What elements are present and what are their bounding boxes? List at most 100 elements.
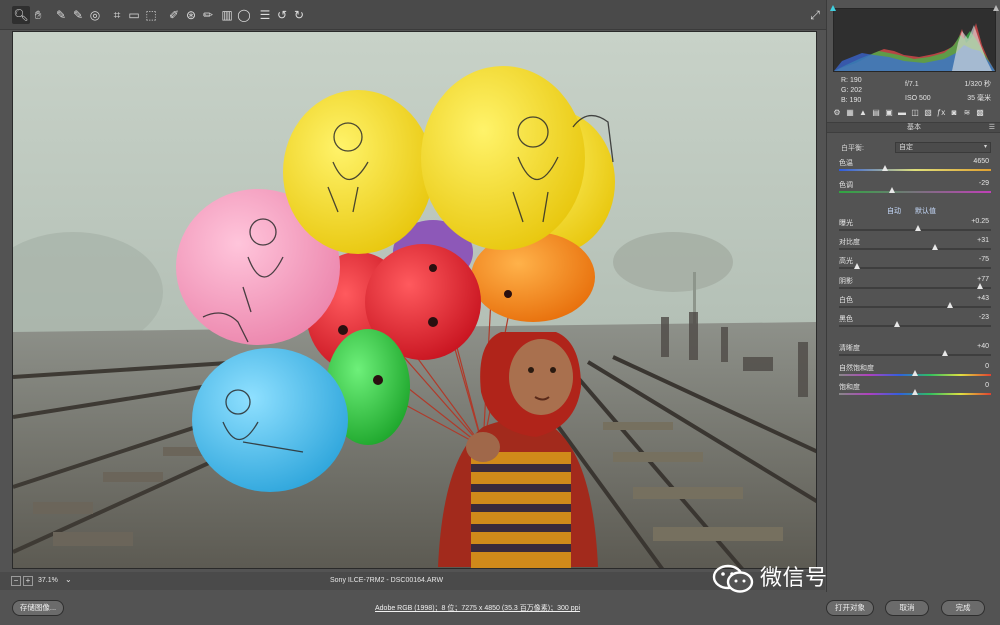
slider-row: 自然饱和度 0	[839, 363, 991, 381]
rotate-right-icon[interactable]: ↻	[290, 6, 308, 24]
slider-label: 白色	[839, 297, 853, 304]
zoom-level[interactable]: 37.1%	[38, 577, 58, 584]
adjustment-panel: R: 190 G: 202 B: 190 f/7.1 1/320 秒 ISO 5…	[826, 0, 1000, 592]
focal-length-value: 35 毫米	[967, 95, 991, 102]
slider-label: 色温	[839, 160, 853, 167]
slider-row: 高光 -75	[839, 256, 991, 274]
panel-tab-icon-4[interactable]: ▣	[884, 108, 894, 118]
slider-track[interactable]	[839, 191, 991, 193]
slider-value[interactable]: -23	[979, 314, 989, 321]
slider-thumb[interactable]	[977, 283, 984, 289]
done-button[interactable]: 完成	[941, 600, 985, 616]
auto-link[interactable]: 自动	[887, 206, 901, 216]
crop-icon[interactable]: ⌗	[108, 6, 126, 24]
panel-tab-icon-8[interactable]: ƒx	[936, 108, 946, 118]
save-image-button[interactable]: 存储图像...	[12, 600, 64, 616]
slider-label: 清晰度	[839, 345, 860, 352]
slider-track[interactable]	[839, 248, 991, 250]
image-canvas[interactable]	[12, 31, 817, 569]
panel-tab-icon-5[interactable]: ▬	[897, 108, 907, 118]
slider-value[interactable]: +31	[977, 237, 989, 244]
open-object-button[interactable]: 打开对象	[826, 600, 874, 616]
slider-value[interactable]: 0	[985, 363, 989, 370]
slider-value[interactable]: +40	[977, 343, 989, 350]
zoom-in-button[interactable]: +	[23, 576, 33, 586]
white-balance-icon[interactable]: ✎	[52, 6, 70, 24]
cancel-button[interactable]: 取消	[885, 600, 929, 616]
chevron-down-icon: ▾	[983, 144, 987, 150]
iso-value: ISO 500	[905, 95, 931, 102]
slider-value[interactable]: +43	[977, 295, 989, 302]
panel-tab-icon-2[interactable]: ▲	[858, 108, 868, 118]
canvas-status-bar: − + 37.1% ⌄ Sony ILCE-7RM2 - DSC00164.AR…	[0, 572, 825, 590]
highlight-clipping-icon[interactable]	[993, 5, 999, 11]
slider-track[interactable]	[839, 287, 991, 289]
slider-track[interactable]	[839, 354, 991, 356]
panel-tab-icon-10[interactable]: ≋	[962, 108, 972, 118]
slider-track[interactable]	[839, 306, 991, 308]
slider-label: 对比度	[839, 239, 860, 246]
hand-icon[interactable]: ✋︎	[29, 6, 47, 24]
slider-row: 清晰度 +40	[839, 343, 991, 361]
slider-row: 对比度 +31	[839, 237, 991, 255]
shadow-clipping-icon[interactable]	[830, 5, 836, 11]
slider-value[interactable]: -75	[979, 256, 989, 263]
blue-value: B: 190	[841, 97, 862, 104]
panel-menu-icon[interactable]: ☰	[989, 123, 995, 133]
slider-value[interactable]: 4650	[973, 158, 989, 165]
slider-value[interactable]: +77	[977, 276, 989, 283]
file-name: Sony ILCE-7RM2 - DSC00164.ARW	[330, 577, 444, 584]
section-title-text: 基本	[907, 124, 921, 131]
panel-tabs: ⚙ ▦ ▲ ▤ ▣ ▬ ◫ ▧ ƒx ◙ ≋ ▩	[831, 108, 997, 122]
fullscreen-icon[interactable]: ⤢	[806, 6, 824, 24]
slider-row: 黑色 -23	[839, 314, 991, 332]
straighten-icon[interactable]: ▭	[125, 6, 143, 24]
panel-tab-icon-0[interactable]: ⚙	[832, 108, 842, 118]
panel-tab-icon-11[interactable]: ▩	[975, 108, 985, 118]
panel-tab-icon-7[interactable]: ▧	[923, 108, 933, 118]
graduated-filter-icon[interactable]: ▥	[218, 6, 236, 24]
default-link[interactable]: 默认值	[915, 206, 936, 216]
slider-thumb[interactable]	[881, 165, 888, 171]
panel-tab-icon-3[interactable]: ▤	[871, 108, 881, 118]
slider-value[interactable]: 0	[985, 382, 989, 389]
zoom-out-button[interactable]: −	[11, 576, 21, 586]
white-balance-select[interactable]: 自定 ▾	[895, 142, 991, 153]
workflow-options-link[interactable]: Adobe RGB (1998)；8 位；7275 x 4850 (35.3 百…	[375, 603, 580, 613]
slider-label: 黑色	[839, 316, 853, 323]
slider-thumb[interactable]	[946, 302, 953, 308]
transform-icon[interactable]: ⬚	[142, 6, 160, 24]
slider-track[interactable]	[839, 325, 991, 327]
slider-thumb[interactable]	[889, 187, 896, 193]
slider-track[interactable]	[839, 267, 991, 269]
radial-filter-icon[interactable]: ◯	[235, 6, 253, 24]
slider-track[interactable]	[839, 169, 991, 171]
shutter-value: 1/320 秒	[964, 81, 991, 88]
rotate-left-icon[interactable]: ↺	[273, 6, 291, 24]
panel-tab-icon-6[interactable]: ◫	[910, 108, 920, 118]
panel-tab-icon-9[interactable]: ◙	[949, 108, 959, 118]
slider-thumb[interactable]	[915, 225, 922, 231]
wechat-icon	[712, 564, 754, 593]
zoom-dropdown-icon[interactable]: ⌄	[65, 575, 72, 584]
slider-thumb[interactable]	[893, 321, 900, 327]
slider-thumb[interactable]	[854, 263, 861, 269]
slider-row: 曝光 +0.25	[839, 218, 991, 236]
slider-value[interactable]: +0.25	[971, 218, 989, 225]
adjustment-brush-icon[interactable]: ✏	[199, 6, 217, 24]
balloon-seller-photo	[13, 32, 816, 568]
target-adjust-icon[interactable]: ◎	[86, 6, 104, 24]
white-balance-label: 白平衡:	[841, 145, 864, 152]
spot-removal-icon[interactable]: ✐	[165, 6, 183, 24]
slider-label: 自然饱和度	[839, 365, 874, 372]
slider-value[interactable]: -29	[979, 180, 989, 187]
slider-thumb[interactable]	[942, 350, 949, 356]
preferences-icon[interactable]: ☰	[256, 6, 274, 24]
red-eye-icon[interactable]: ⊛	[182, 6, 200, 24]
panel-tab-icon-1[interactable]: ▦	[845, 108, 855, 118]
slider-thumb[interactable]	[912, 389, 918, 395]
slider-thumb[interactable]	[912, 370, 918, 376]
color-sampler-icon[interactable]: ✎	[69, 6, 87, 24]
slider-thumb[interactable]	[931, 244, 938, 250]
zoom-icon[interactable]: 🔍︎	[12, 6, 30, 24]
